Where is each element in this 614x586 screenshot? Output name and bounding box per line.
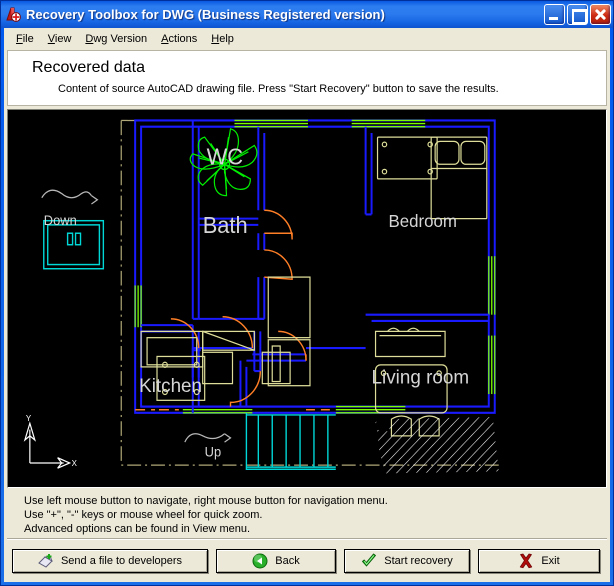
- menu-item-file[interactable]: File: [9, 31, 41, 47]
- hint-line-1: Use left mouse button to navigate, right…: [24, 495, 388, 507]
- terrace-hatch: [375, 414, 499, 474]
- hint-line-2: Use "+", "-" keys or mouse wheel for qui…: [24, 509, 263, 521]
- room-label-bedroom: Bedroom: [388, 211, 456, 231]
- close-button[interactable]: [590, 4, 611, 25]
- send-file-icon: [38, 553, 54, 569]
- ucs-x-label: X: [72, 459, 78, 468]
- button-bar: Send a file to developers Back Start rec…: [4, 540, 610, 582]
- menu-item-actions[interactable]: Actions: [154, 31, 204, 47]
- title-bar[interactable]: Recovery Toolbox for DWG (Business Regis…: [1, 1, 613, 28]
- back-button[interactable]: Back: [216, 549, 336, 573]
- page-subtitle: Content of source AutoCAD drawing file. …: [58, 83, 499, 95]
- send-file-label: Send a file to developers: [60, 555, 183, 567]
- menu-view-rest: iew: [54, 32, 72, 45]
- menu-help-rest: elp: [219, 32, 234, 45]
- send-file-button[interactable]: Send a file to developers: [12, 549, 208, 573]
- minimize-button[interactable]: [544, 4, 565, 25]
- menu-item-view[interactable]: View: [41, 31, 79, 47]
- exit-label: Exit: [541, 555, 560, 567]
- room-label-up: Up: [205, 444, 221, 459]
- room-label-kitchen: Kitchen: [139, 375, 202, 398]
- drawing-canvas[interactable]: WC Bath Bedroom Kitchen Living room Down…: [7, 109, 607, 488]
- maximize-button[interactable]: [567, 4, 588, 25]
- room-label-wc: WC: [207, 144, 243, 170]
- start-recovery-label: Start recovery: [384, 555, 453, 567]
- room-label-bath: Bath: [203, 213, 248, 239]
- canvas-background: [8, 110, 606, 487]
- green-check-icon: [361, 553, 377, 569]
- application-window: Recovery Toolbox for DWG (Business Regis…: [0, 0, 614, 586]
- hints-panel: Use left mouse button to navigate, right…: [4, 488, 610, 538]
- cad-drawing[interactable]: WC Bath Bedroom Kitchen Living room Down…: [8, 110, 606, 487]
- hint-line-3: Advanced options can be found in View me…: [24, 523, 251, 535]
- room-label-down: Down: [44, 213, 77, 228]
- menu-item-dwg-version[interactable]: Dwg Version: [78, 31, 154, 47]
- menu-item-help[interactable]: Help: [204, 31, 241, 47]
- header-panel: Recovered data Content of source AutoCAD…: [7, 50, 607, 106]
- menu-file-rest: ile: [22, 32, 34, 45]
- menu-actions-rest: ctions: [168, 32, 198, 45]
- window-title: Recovery Toolbox for DWG (Business Regis…: [26, 7, 385, 22]
- start-recovery-button[interactable]: Start recovery: [344, 549, 470, 573]
- menu-bar: File View Dwg Version Actions Help: [4, 28, 610, 49]
- red-x-icon: [518, 553, 534, 569]
- back-arrow-icon: [252, 553, 268, 569]
- recovery-toolbox-icon: [5, 6, 22, 23]
- page-title: Recovered data: [32, 59, 145, 76]
- room-label-living-room: Living room: [372, 366, 470, 389]
- ucs-y-label: Y: [26, 414, 32, 423]
- exit-button[interactable]: Exit: [478, 549, 600, 573]
- back-label: Back: [275, 555, 300, 567]
- menu-dwg-rest: wg Version: [93, 32, 148, 45]
- client-area: File View Dwg Version Actions Help Recov…: [4, 28, 610, 582]
